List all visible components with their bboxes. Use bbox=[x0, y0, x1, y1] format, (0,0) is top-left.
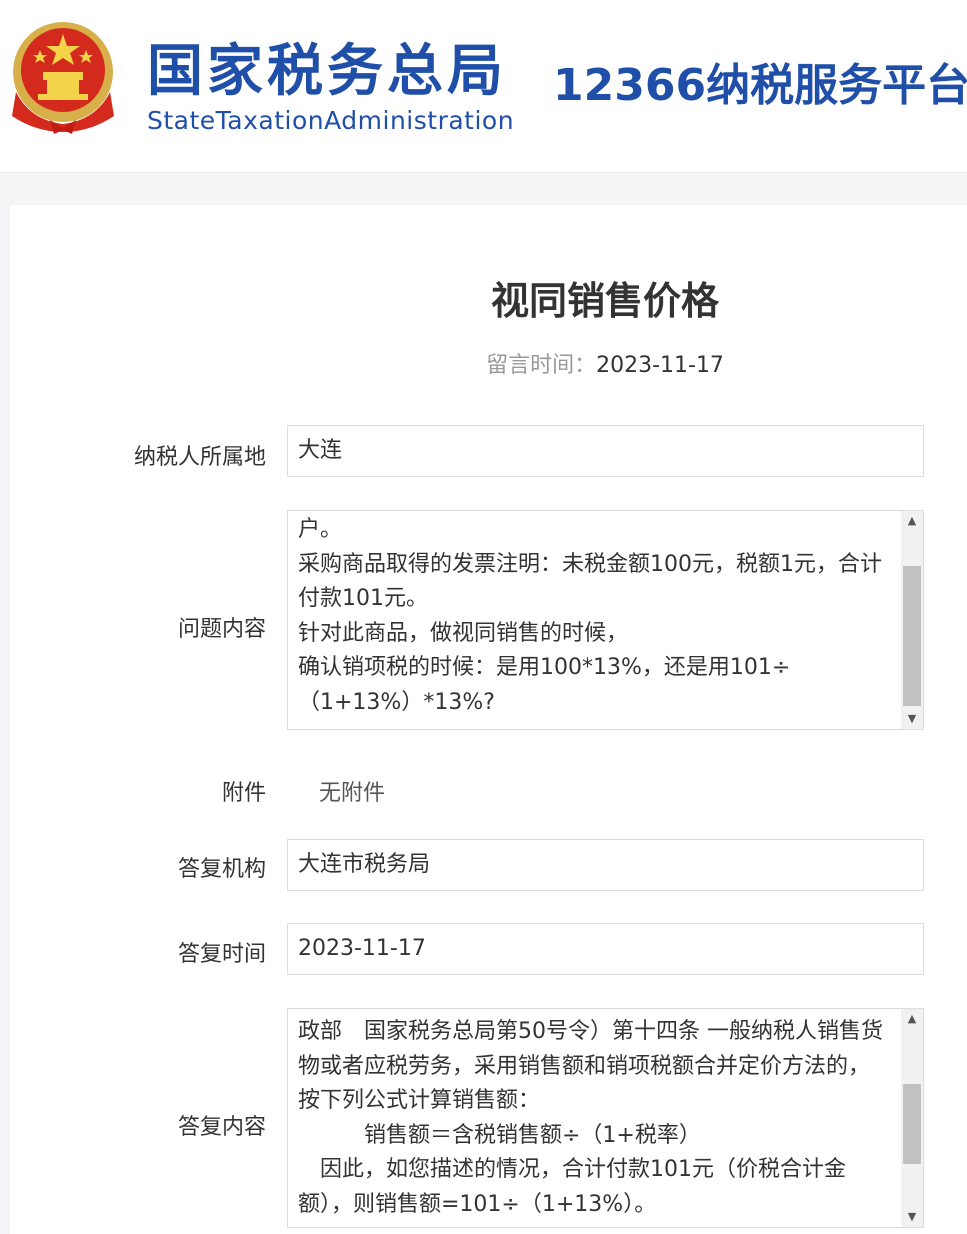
reply-text: 政部 国家税务总局第50号令）第十四条 一般纳税人销售货物或者应税劳务，采用销售… bbox=[298, 1019, 883, 1217]
question-scroll-thumb[interactable] bbox=[903, 566, 921, 706]
content-card: 视同销售价格 留言时间：2023-11-17 纳税人所属地 大连 问题内容 户。… bbox=[10, 205, 967, 1234]
page-title: 视同销售价格 bbox=[490, 279, 719, 323]
question-scrollbar[interactable]: ▲ ▼ bbox=[901, 511, 923, 729]
brand-block: 国家税务总局 StateTaxationAdministration bbox=[147, 40, 514, 136]
site-header: 国家税务总局 StateTaxationAdministration 12366… bbox=[0, 0, 967, 173]
message-time: 留言时间：2023-11-17 bbox=[10, 347, 967, 379]
taxpayer-location-label: 纳税人所属地 bbox=[133, 445, 266, 470]
question-content-field[interactable]: 户。 采购商品取得的发票注明：未税金额100元，税额1元，合计付款101元。 针… bbox=[287, 510, 924, 730]
national-emblem-icon bbox=[12, 22, 114, 134]
attachment-label: 附件 bbox=[221, 781, 266, 806]
message-time-value: 2023-11-17 bbox=[596, 353, 724, 378]
reply-time-label: 答复时间 bbox=[177, 942, 266, 967]
attachment-value: 无附件 bbox=[319, 781, 386, 806]
reply-scroll-thumb[interactable] bbox=[903, 1084, 921, 1164]
message-time-label: 留言时间： bbox=[486, 353, 597, 378]
platform-name: 12366纳税服务平台 bbox=[553, 60, 967, 111]
taxpayer-location-field[interactable]: 大连 bbox=[287, 425, 924, 477]
brand-name-cn: 国家税务总局 bbox=[147, 39, 507, 104]
question-text: 户。 采购商品取得的发票注明：未税金额100元，税额1元，合计付款101元。 针… bbox=[298, 517, 882, 715]
brand-name-en: StateTaxationAdministration bbox=[147, 106, 515, 135]
reply-scrollbar[interactable]: ▲ ▼ bbox=[901, 1009, 923, 1227]
reply-org-label: 答复机构 bbox=[177, 857, 266, 882]
scroll-up-arrow-icon[interactable]: ▲ bbox=[901, 511, 923, 531]
scroll-up-arrow-icon[interactable]: ▲ bbox=[901, 1009, 923, 1029]
scroll-down-arrow-icon[interactable]: ▼ bbox=[901, 1207, 923, 1227]
reply-time-field[interactable]: 2023-11-17 bbox=[287, 923, 924, 975]
reply-content-label: 答复内容 bbox=[177, 1115, 266, 1140]
reply-org-field[interactable]: 大连市税务局 bbox=[287, 839, 924, 891]
question-label: 问题内容 bbox=[177, 617, 266, 642]
reply-content-field[interactable]: 政部 国家税务总局第50号令）第十四条 一般纳税人销售货物或者应税劳务，采用销售… bbox=[287, 1008, 924, 1228]
scroll-down-arrow-icon[interactable]: ▼ bbox=[901, 709, 923, 729]
